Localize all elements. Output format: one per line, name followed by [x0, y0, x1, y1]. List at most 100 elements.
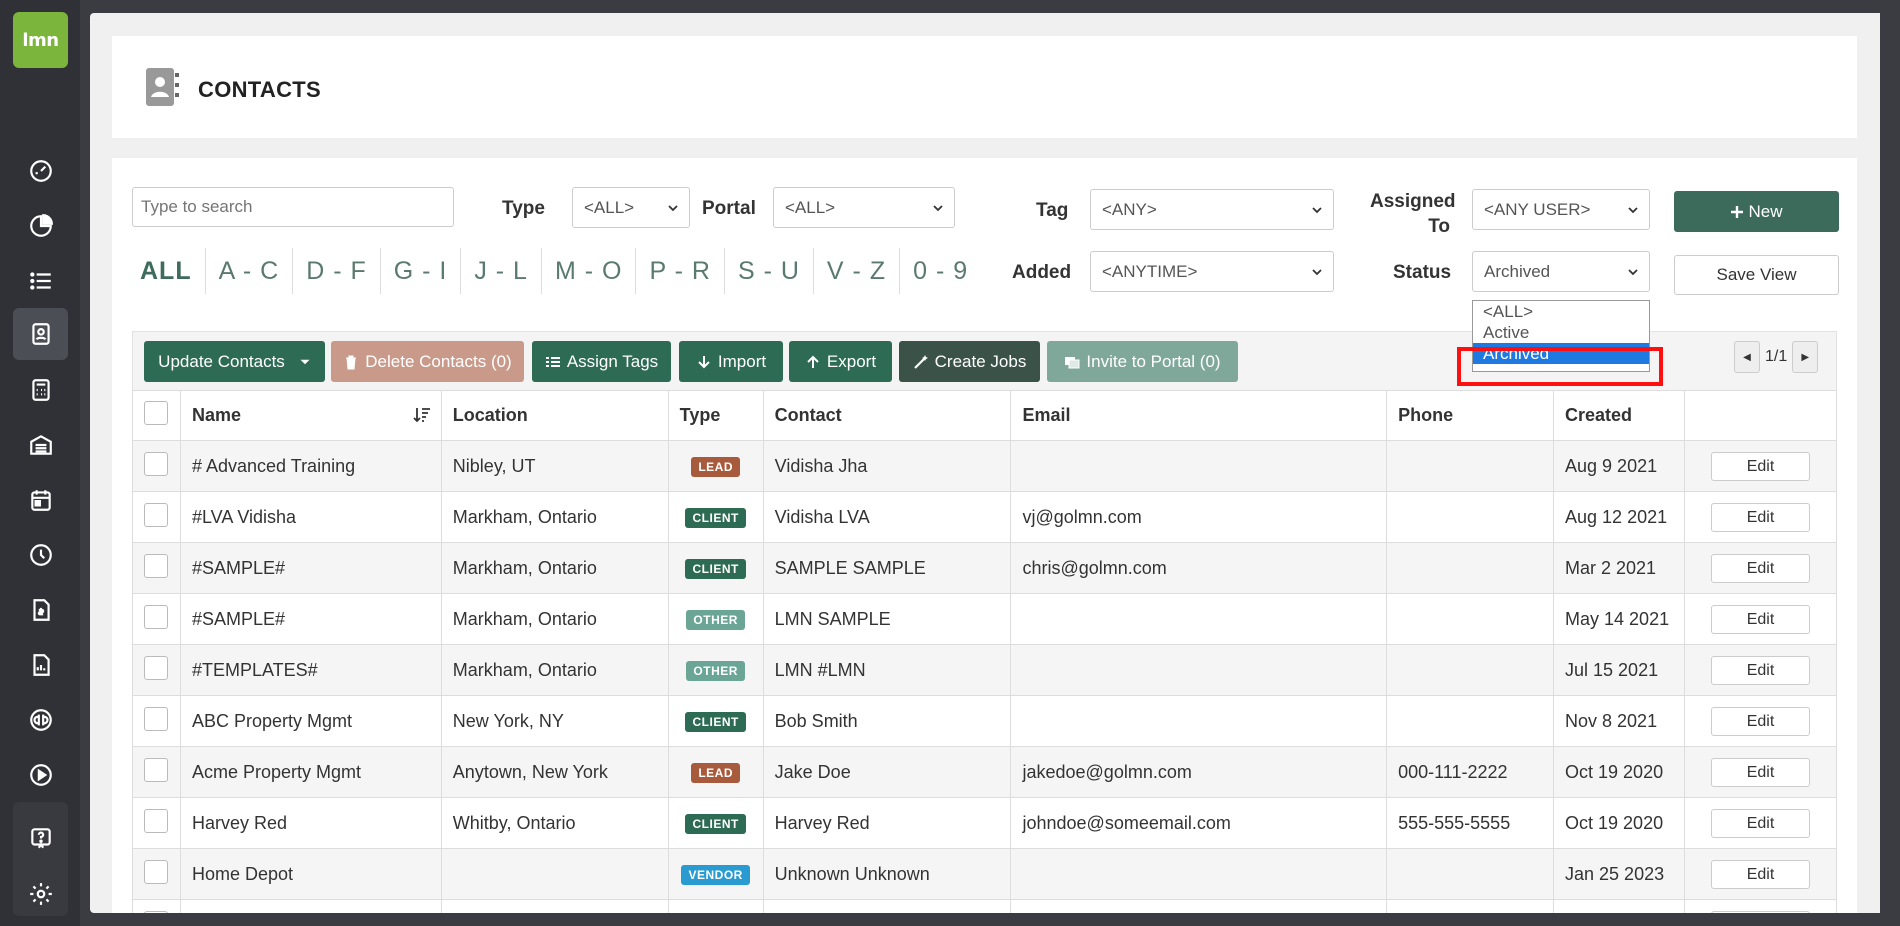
row-contact: Jake Doe [762, 746, 1012, 798]
alpha-d-f[interactable]: D - F [293, 248, 381, 294]
row-name[interactable]: #SAMPLE# [179, 593, 442, 645]
status-option-archived[interactable]: Archived [1473, 343, 1649, 364]
help-icon[interactable] [13, 812, 68, 864]
next-page-button[interactable]: ▶ [1792, 341, 1819, 373]
update-contacts-button[interactable]: Update Contacts [144, 341, 325, 382]
alpha-m-o[interactable]: M - O [542, 248, 637, 294]
row-checkbox[interactable] [144, 808, 169, 833]
sort-icon[interactable] [413, 406, 431, 424]
assign-tags-button[interactable]: Assign Tags [532, 341, 671, 382]
table-row[interactable]: Harvey Red Whitby, Ontario CLIENT Harvey… [132, 797, 1837, 849]
caret-down-icon [300, 359, 310, 364]
status-select[interactable]: Archived [1472, 251, 1650, 292]
row-name[interactable]: Home Depot [179, 848, 442, 900]
row-name[interactable]: Liz Customer Portal [179, 899, 442, 913]
type-select[interactable]: <ALL> [572, 187, 690, 228]
alpha-0-9[interactable]: 0 - 9 [900, 248, 981, 294]
portal-select[interactable]: <ALL> [773, 187, 955, 228]
contacts-icon[interactable] [13, 308, 68, 360]
edit-button[interactable]: Edit [1711, 553, 1810, 583]
row-checkbox[interactable] [144, 910, 169, 913]
edit-button[interactable]: Edit [1711, 859, 1810, 889]
document-report-icon[interactable] [13, 639, 68, 691]
contact-column-header[interactable]: Contact [762, 390, 1012, 441]
row-name[interactable]: #TEMPLATES# [179, 644, 442, 696]
alpha-a-c[interactable]: A - C [206, 248, 294, 294]
calculator-icon[interactable] [13, 364, 68, 416]
row-checkbox[interactable] [144, 859, 169, 884]
phone-column-header[interactable]: Phone [1386, 390, 1555, 441]
table-row[interactable]: Liz Customer Portal Ontario CLIENT Liz C… [132, 899, 1837, 913]
table-row[interactable]: #TEMPLATES# Markham, Ontario OTHER LMN #… [132, 644, 1837, 696]
prev-page-button[interactable]: ◀ [1734, 341, 1760, 373]
table-row[interactable]: # Advanced Training Nibley, UT LEAD Vidi… [132, 440, 1837, 492]
edit-button[interactable]: Edit [1711, 655, 1810, 685]
edit-button[interactable]: Edit [1711, 451, 1810, 481]
page-scrollbar[interactable] [1880, 13, 1890, 913]
name-column-header[interactable]: Name [179, 390, 442, 441]
clock-icon[interactable] [13, 529, 68, 581]
table-row[interactable]: #SAMPLE# Markham, Ontario CLIENT SAMPLE … [132, 542, 1837, 594]
row-checkbox[interactable] [144, 604, 169, 629]
calendar-icon[interactable] [13, 474, 68, 526]
list-icon[interactable] [13, 255, 68, 307]
invoice-icon[interactable] [13, 584, 68, 636]
alpha-g-i[interactable]: G - I [381, 248, 462, 294]
table-row[interactable]: ABC Property Mgmt New York, NY CLIENT Bo… [132, 695, 1837, 747]
row-checkbox[interactable] [144, 451, 169, 476]
row-name[interactable]: Acme Property Mgmt [179, 746, 442, 798]
type-column-header[interactable]: Type [667, 390, 764, 441]
play-icon[interactable] [13, 749, 68, 801]
assigned-to-select[interactable]: <ANY USER> [1472, 189, 1650, 230]
row-checkbox[interactable] [144, 553, 169, 578]
row-checkbox[interactable] [144, 757, 169, 782]
edit-button[interactable]: Edit [1711, 604, 1810, 634]
row-name[interactable]: Harvey Red [179, 797, 442, 849]
status-option-active[interactable]: Active [1473, 322, 1649, 343]
location-column-header[interactable]: Location [440, 390, 669, 441]
new-contact-button[interactable]: New [1674, 191, 1839, 232]
status-option-all[interactable]: <ALL> [1473, 301, 1649, 322]
lmn-logo[interactable]: lmn [13, 12, 68, 68]
search-input[interactable] [132, 187, 454, 227]
alpha-p-r[interactable]: P - R [636, 248, 725, 294]
create-jobs-button[interactable]: Create Jobs [899, 341, 1040, 382]
alpha-s-u[interactable]: S - U [725, 248, 814, 294]
quickbooks-icon[interactable] [13, 694, 68, 746]
import-button[interactable]: Import [679, 341, 783, 382]
delete-contacts-button[interactable]: Delete Contacts (0) [331, 341, 524, 382]
added-select[interactable]: <ANYTIME> [1090, 251, 1334, 292]
settings-icon[interactable] [13, 868, 68, 920]
alpha-v-z[interactable]: V - Z [814, 248, 901, 294]
tag-select[interactable]: <ANY> [1090, 189, 1334, 230]
email-column-header[interactable]: Email [1010, 390, 1388, 441]
select-all-checkbox[interactable] [144, 401, 168, 425]
created-column-header[interactable]: Created [1553, 390, 1685, 441]
export-button[interactable]: Export [789, 341, 892, 382]
warehouse-icon[interactable] [13, 419, 68, 471]
row-name[interactable]: ABC Property Mgmt [179, 695, 442, 747]
row-checkbox[interactable] [144, 655, 169, 680]
row-name[interactable]: #LVA Vidisha [179, 491, 442, 543]
reports-pie-icon[interactable] [13, 200, 68, 252]
dashboard-icon[interactable] [13, 145, 68, 197]
edit-button[interactable]: Edit [1711, 910, 1810, 913]
create-jobs-label: Create Jobs [934, 351, 1027, 371]
row-checkbox[interactable] [144, 502, 169, 527]
row-checkbox[interactable] [144, 706, 169, 731]
table-row[interactable]: #SAMPLE# Markham, Ontario OTHER LMN SAMP… [132, 593, 1837, 645]
table-row[interactable]: Home Depot VENDOR Unknown Unknown Jan 25… [132, 848, 1837, 900]
alpha-all[interactable]: ALL [132, 248, 206, 294]
row-name[interactable]: #SAMPLE# [179, 542, 442, 594]
edit-button[interactable]: Edit [1711, 757, 1810, 787]
edit-button[interactable]: Edit [1711, 502, 1810, 532]
edit-button[interactable]: Edit [1711, 706, 1810, 736]
row-location: Markham, Ontario [440, 542, 669, 594]
table-row[interactable]: Acme Property Mgmt Anytown, New York LEA… [132, 746, 1837, 798]
save-view-button[interactable]: Save View [1674, 255, 1839, 295]
row-name[interactable]: # Advanced Training [179, 440, 442, 492]
alpha-j-l[interactable]: J - L [461, 248, 542, 294]
edit-button[interactable]: Edit [1711, 808, 1810, 838]
invite-to-portal-button[interactable]: Invite to Portal (0) [1047, 341, 1238, 382]
table-row[interactable]: #LVA Vidisha Markham, Ontario CLIENT Vid… [132, 491, 1837, 543]
